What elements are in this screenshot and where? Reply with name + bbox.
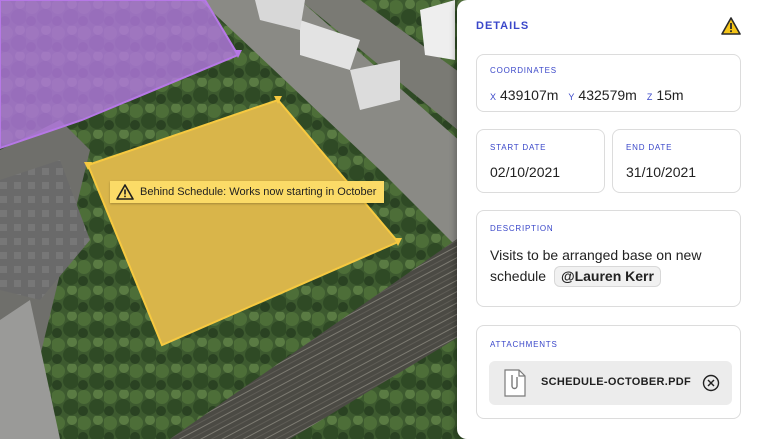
coordinates-label: COORDINATES bbox=[490, 66, 557, 75]
description-card[interactable]: DESCRIPTION Visits to be arranged base o… bbox=[476, 210, 741, 307]
description-label: DESCRIPTION bbox=[490, 224, 554, 233]
user-mention[interactable]: @Lauren Kerr bbox=[553, 266, 661, 287]
attachment-file-name[interactable]: SCHEDULE-OCTOBER.PDF bbox=[541, 376, 691, 388]
zone-tooltip[interactable]: Behind Schedule: Works now starting in O… bbox=[110, 181, 385, 203]
warning-icon bbox=[116, 184, 134, 200]
coordinates-card: COORDINATES X 439107m Y 432579m Z 15m bbox=[476, 54, 741, 112]
start-date-value[interactable]: 02/10/2021 bbox=[490, 164, 560, 180]
start-date-label: START DATE bbox=[490, 143, 547, 152]
building-corner bbox=[420, 0, 455, 60]
description-text-block[interactable]: Visits to be arranged base on new schedu… bbox=[490, 245, 715, 287]
attachment-item[interactable]: SCHEDULE-OCTOBER.PDF bbox=[489, 361, 732, 405]
end-date-card[interactable]: END DATE 31/10/2021 bbox=[612, 129, 741, 193]
x-value[interactable]: 439107m bbox=[500, 87, 558, 103]
end-date-value[interactable]: 31/10/2021 bbox=[626, 164, 696, 180]
warning-icon bbox=[721, 17, 741, 35]
z-axis-label: Z bbox=[646, 92, 653, 102]
y-value[interactable]: 432579m bbox=[578, 87, 636, 103]
close-circle-icon[interactable] bbox=[702, 374, 720, 392]
attachments-card: ATTACHMENTS SCHEDULE-OCTOBER.PDF bbox=[476, 325, 741, 419]
paperclip-file-icon bbox=[504, 369, 526, 397]
x-axis-label: X bbox=[490, 92, 497, 102]
details-panel: DETAILS COORDINATES X 439107m Y 432579m … bbox=[457, 0, 760, 439]
z-value[interactable]: 15m bbox=[656, 87, 683, 103]
panel-title: DETAILS bbox=[476, 20, 530, 32]
start-date-card[interactable]: START DATE 02/10/2021 bbox=[476, 129, 605, 193]
attachments-label: ATTACHMENTS bbox=[490, 340, 558, 349]
y-axis-label: Y bbox=[568, 92, 575, 102]
end-date-label: END DATE bbox=[626, 143, 673, 152]
tooltip-text: Behind Schedule: Works now starting in O… bbox=[140, 186, 377, 198]
